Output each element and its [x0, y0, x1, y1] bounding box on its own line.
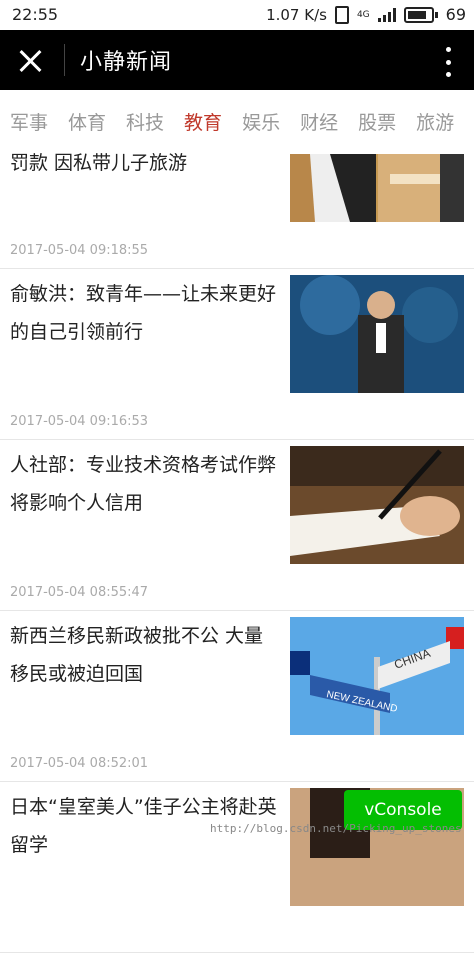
tab-stocks[interactable]: 股票: [348, 90, 406, 146]
app-bar: 小静新闻: [0, 30, 474, 90]
status-right: 1.07 K/s 4G 69: [266, 5, 466, 24]
battery-level: 69: [445, 5, 466, 24]
more-icon[interactable]: [446, 47, 452, 77]
news-thumbnail: [290, 275, 464, 393]
tab-sports[interactable]: 体育: [58, 90, 116, 146]
battery-icon: [403, 6, 438, 23]
news-date: 2017-05-04 08:55:47: [10, 585, 149, 600]
network-type: 4G: [356, 9, 370, 20]
news-date: 2017-05-04 09:18:55: [10, 243, 149, 258]
tab-tech[interactable]: 科技: [116, 90, 174, 146]
watermark: http://blog.csdn.net/Picking_up_stones: [210, 822, 462, 835]
appbar-divider: [64, 44, 65, 76]
status-bar: 22:55 1.07 K/s 4G 69: [0, 0, 474, 30]
news-item[interactable]: 俞敏洪：致青年——让未来更好的自己引领前行 2017-05-04 09:16:5…: [0, 269, 474, 440]
network-speed: 1.07 K/s: [266, 5, 327, 24]
page-title: 小静新闻: [80, 50, 173, 75]
news-thumbnail: NEW ZEALAND CHINA: [290, 617, 464, 735]
tab-travel[interactable]: 旅游: [406, 90, 464, 146]
news-title: 俞敏洪：致青年——让未来更好的自己引领前行: [10, 283, 277, 343]
news-item[interactable]: 新西兰移民新政被批不公 大量移民或被迫回国 NEW ZEALAND CHINA …: [0, 611, 474, 782]
news-item[interactable]: 罚款 因私带儿子旅游 2017-05-04 09:18:55: [0, 140, 474, 269]
tab-entertainment[interactable]: 娱乐: [232, 90, 290, 146]
news-date: 2017-05-04 09:16:53: [10, 414, 149, 429]
news-item[interactable]: 人社部：专业技术资格考试作弊将影响个人信用 2017-05-04 08:55:4…: [0, 440, 474, 611]
news-date: 2017-05-04 08:52:01: [10, 756, 149, 771]
tab-education[interactable]: 教育: [174, 90, 232, 146]
news-title: 罚款 因私带儿子旅游: [10, 152, 188, 174]
vibrate-icon: [334, 5, 349, 24]
news-thumbnail: [290, 154, 464, 222]
news-thumbnail: [290, 446, 464, 564]
news-title: 人社部：专业技术资格考试作弊将影响个人信用: [10, 454, 277, 514]
close-icon[interactable]: [14, 45, 46, 77]
category-tabs: 军事 体育 科技 教育 娱乐 财经 股票 旅游: [0, 90, 474, 146]
news-title: 新西兰移民新政被批不公 大量移民或被迫回国: [10, 625, 264, 685]
status-time: 22:55: [12, 5, 59, 24]
tab-finance[interactable]: 财经: [290, 90, 348, 146]
signal-icon: [377, 7, 396, 22]
tab-military[interactable]: 军事: [0, 90, 58, 146]
